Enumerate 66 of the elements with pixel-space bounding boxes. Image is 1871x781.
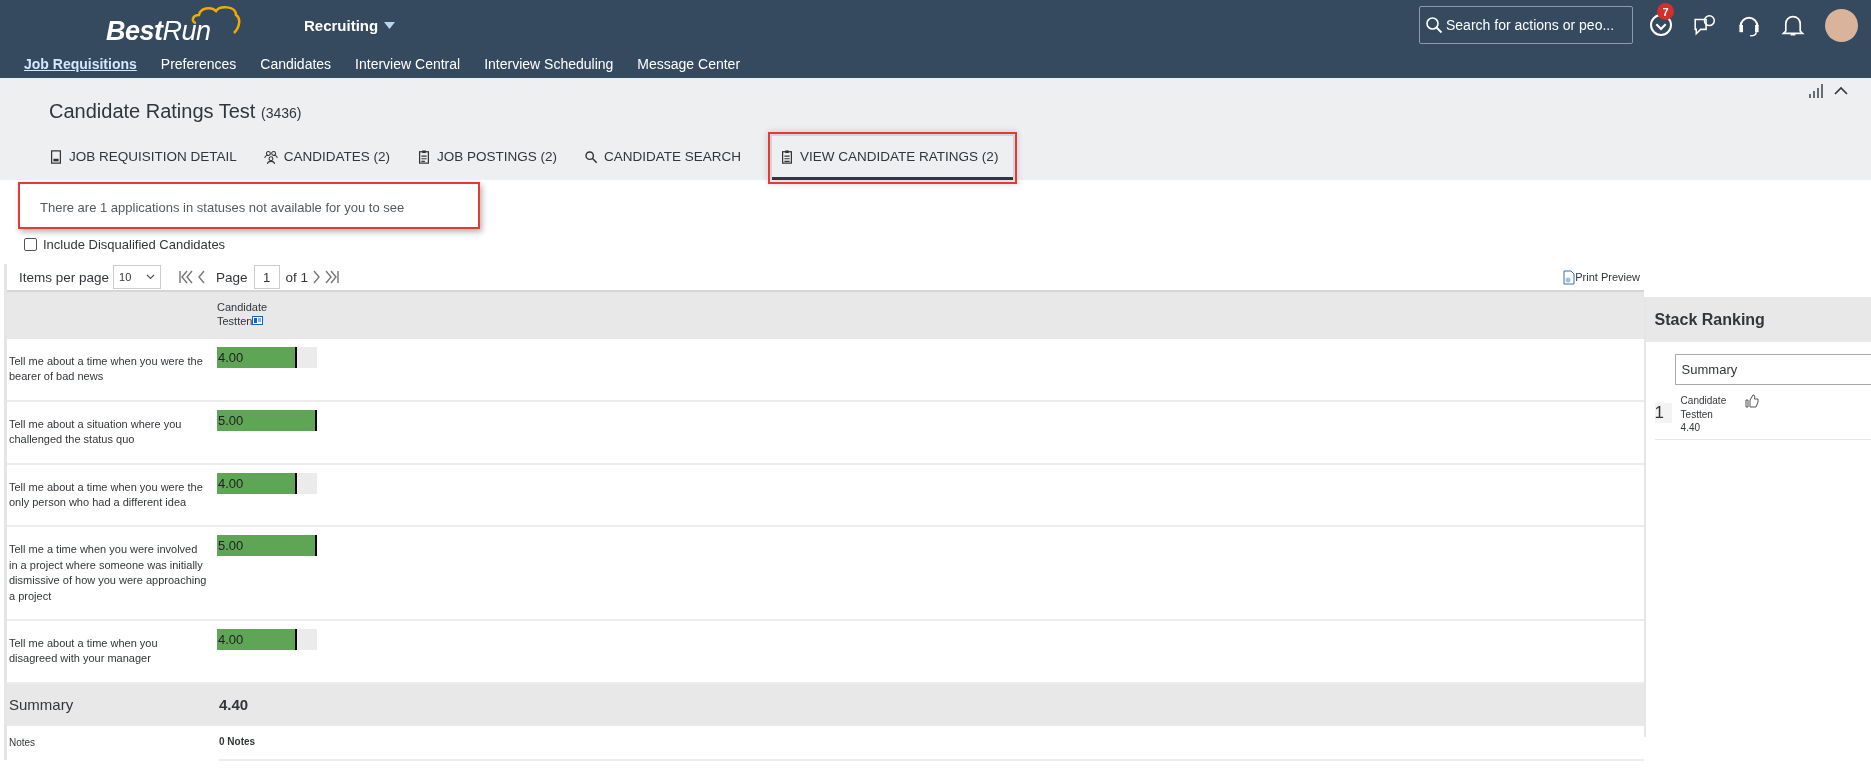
avatar[interactable] xyxy=(1825,8,1858,42)
rating-bar: 5.00 xyxy=(217,535,317,557)
document-icon xyxy=(1563,269,1576,285)
search-field[interactable]: Search for actions or peo... xyxy=(1419,6,1633,44)
tab[interactable]: CANDIDATES (2) xyxy=(263,136,406,180)
first-page-icon[interactable] xyxy=(179,270,194,284)
thumbs-up-icon[interactable] xyxy=(1744,394,1759,408)
items-per-page-select[interactable]: 10 xyxy=(113,265,162,289)
candidate-column-header[interactable]: Candidate Testten xyxy=(217,292,277,339)
rating-bar: 4.00 xyxy=(217,472,297,494)
nav-link[interactable]: Interview Central xyxy=(355,56,461,72)
document-icon xyxy=(49,148,63,165)
people-icon xyxy=(263,148,278,165)
page-input[interactable]: 1 xyxy=(253,265,280,289)
candidate-name[interactable]: Candidate Testten xyxy=(1680,394,1741,421)
next-page-icon[interactable] xyxy=(312,270,322,284)
candidate-score: 4.40 xyxy=(1680,421,1702,435)
question-cell-text: Tell me about a time when you were the bearer of bad news xyxy=(8,354,204,385)
chevron-down-icon xyxy=(146,274,156,280)
module-menu[interactable]: Recruiting xyxy=(304,16,396,34)
nav-link[interactable]: Interview Scheduling xyxy=(484,56,614,72)
nav-link[interactable]: Message Center xyxy=(637,56,741,72)
notes-label: Notes xyxy=(8,737,37,749)
ranking-select[interactable]: Summary xyxy=(1674,354,1871,385)
bell-icon[interactable] xyxy=(1781,13,1805,37)
summary-value: 4.40 xyxy=(219,696,249,714)
chat-bubble-icon[interactable] xyxy=(1693,13,1717,37)
nav-link[interactable]: Job Requisitions xyxy=(24,56,137,72)
requisition-count: (3436) xyxy=(261,105,302,121)
question-cell-text: Tell me a time when you were involved in a project where someone was initially dismissive of how you were approaching a project xyxy=(8,542,207,604)
notification-badge: 7 xyxy=(1657,3,1674,20)
search-icon xyxy=(584,148,599,165)
rating-bar: 5.00 xyxy=(217,409,317,431)
checkbox-label[interactable]: Include Disqualified Candidates xyxy=(43,237,226,252)
page-total: of 1 xyxy=(285,269,309,285)
items-per-page-label: Items per page xyxy=(19,269,110,285)
rating-bar: 4.00 xyxy=(217,628,297,650)
notes-value[interactable]: 0 Notes xyxy=(219,724,1644,761)
search-icon xyxy=(1425,16,1443,34)
rank-number: 1 xyxy=(1654,403,1672,423)
question-cell-text: Tell me about a time when you disagreed with your manager xyxy=(8,635,159,667)
rating-bar: 4.00 xyxy=(217,347,297,368)
clipboard-icon xyxy=(417,148,432,165)
clipboard-icon xyxy=(780,148,795,165)
caret-icon xyxy=(384,21,396,29)
page-label: Page xyxy=(216,269,248,285)
contact-card-icon[interactable] xyxy=(252,316,264,326)
question-cell-text: Tell me about a situation where you challenged the status quo xyxy=(8,416,183,448)
tab[interactable]: JOB REQUISITION DETAIL xyxy=(49,136,252,180)
previous-page-icon[interactable] xyxy=(197,270,207,284)
page-title: Candidate Ratings Test (3436) xyxy=(49,100,302,123)
tab[interactable]: JOB POSTINGS (2) xyxy=(417,136,573,180)
tab[interactable]: VIEW CANDIDATE RATINGS (2) xyxy=(772,136,1014,180)
bar-chart-icon[interactable] xyxy=(1809,83,1824,98)
question-cell-text: Tell me about a time when you were the only person who had a different idea xyxy=(8,479,204,510)
collapse-icon[interactable] xyxy=(1834,86,1848,95)
nav-link[interactable]: Candidates xyxy=(260,56,332,72)
panel-title: Stack Ranking xyxy=(1645,297,1871,342)
summary-label: Summary xyxy=(8,696,75,714)
brand-logo[interactable]: BestRun xyxy=(106,5,242,45)
notice-message: There are 1 applications in statuses not available for you to see xyxy=(18,182,480,229)
checkbox[interactable] xyxy=(24,238,37,251)
nav-link[interactable]: Preferences xyxy=(160,56,237,72)
tab[interactable]: CANDIDATE SEARCH xyxy=(584,136,757,180)
last-page-icon[interactable] xyxy=(325,270,340,284)
print-preview-link[interactable]: Print Preview xyxy=(1563,269,1640,285)
